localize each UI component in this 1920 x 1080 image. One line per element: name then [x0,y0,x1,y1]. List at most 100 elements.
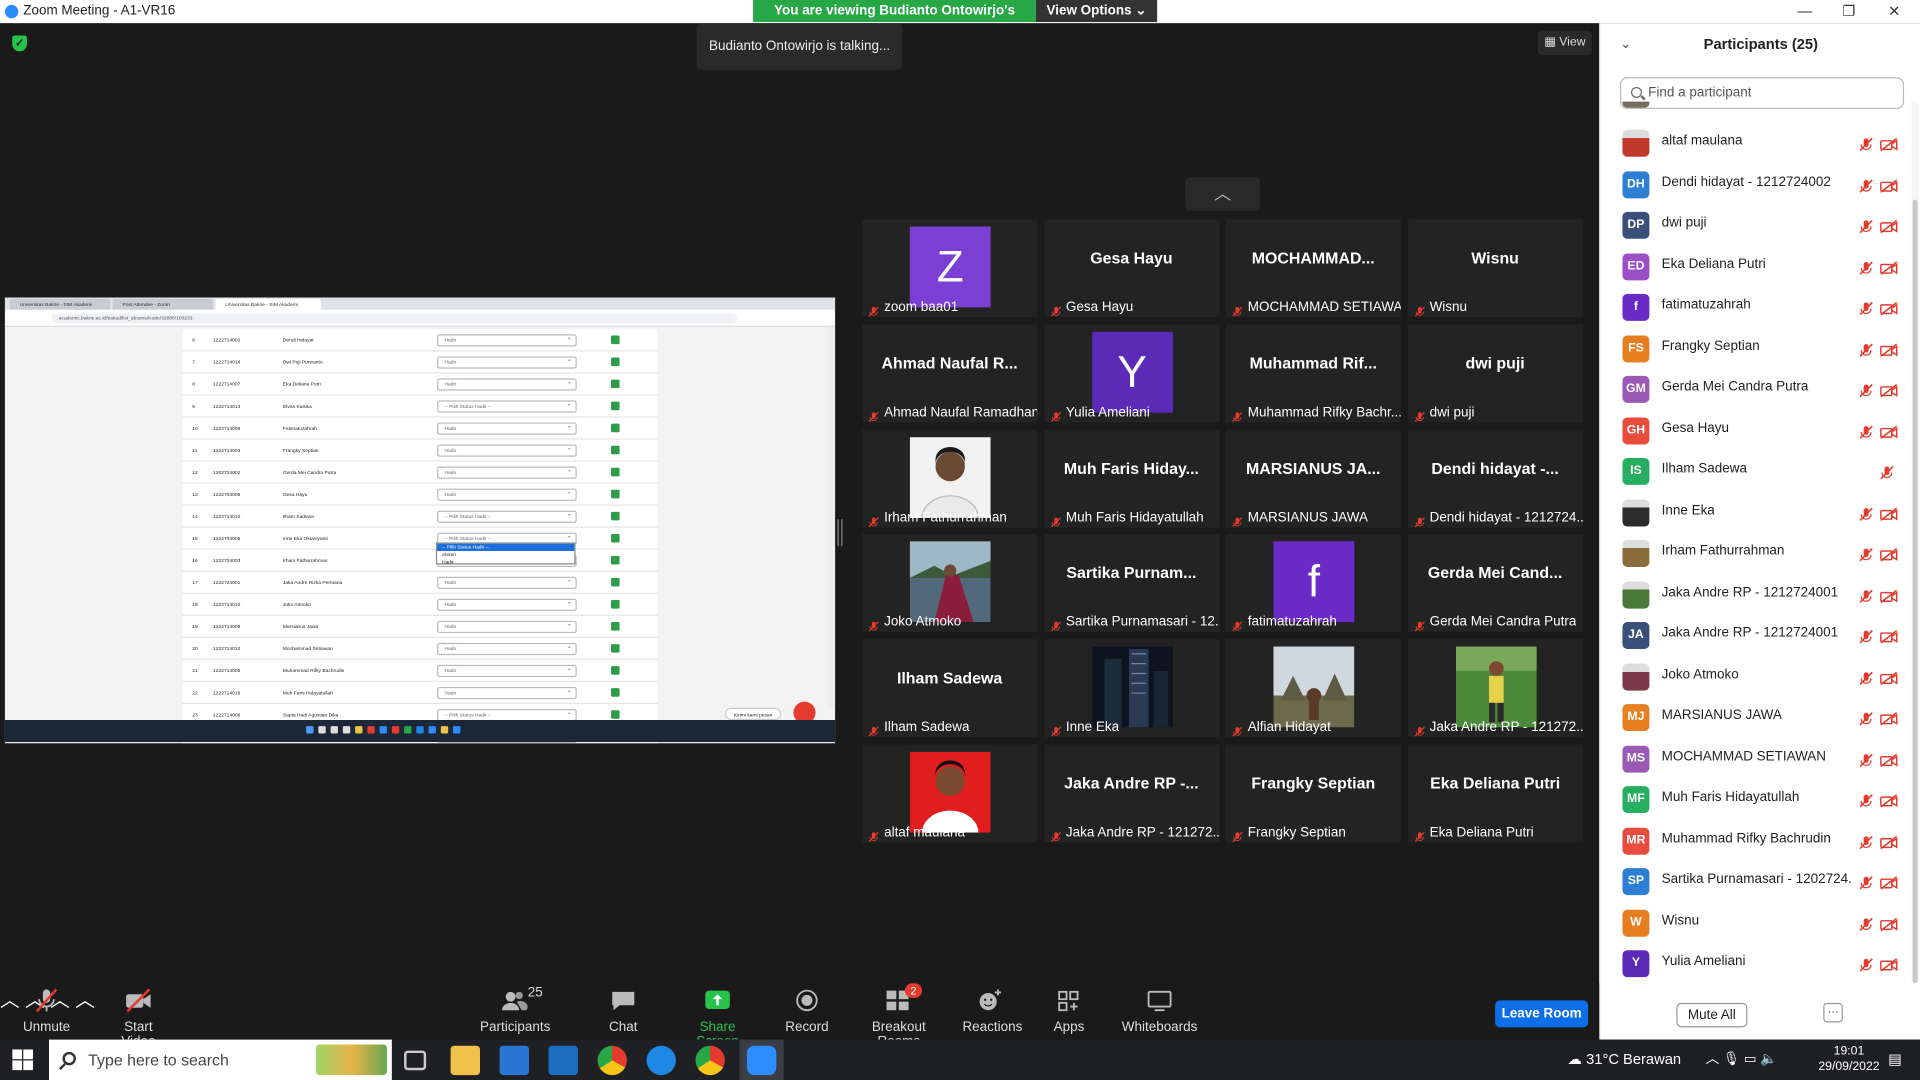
save-icon[interactable] [611,577,620,587]
status-select[interactable]: Hadir [437,465,577,479]
status-select[interactable]: Hadir [437,642,577,656]
video-tile[interactable]: f fatimatuzahrah [1225,534,1401,633]
participant-row[interactable]: JA Jaka Andre RP - 1212724001 [1600,616,1911,656]
participant-row[interactable]: MR Muhammad Rifky Bachrudin [1600,821,1911,861]
taskbar-search-input[interactable]: Type here to search [48,1039,392,1080]
browser-tab[interactable]: Post Attendee - Zoom [112,298,214,310]
video-tile[interactable]: Dendi hidayat -... Dendi hidayat - 121272… [1407,429,1583,528]
save-icon[interactable] [611,688,620,697]
video-tile[interactable]: Wisnu Wisnu [1407,219,1583,318]
browser-tab[interactable]: Universitas Bakrie - SIM Akademi [9,298,111,310]
dropdown-option[interactable]: Absen [437,551,574,558]
muted-mic-icon[interactable] [1859,874,1874,890]
video-tile[interactable]: Muhammad Rif... Muhammad Rifky Bachr... [1225,324,1401,423]
task-view-icon[interactable] [404,1050,427,1071]
taskbar-clock[interactable]: 19:01 29/09/2022 [1812,1043,1885,1075]
more-options-button[interactable]: ··· [1823,1002,1843,1023]
muted-mic-icon[interactable] [1859,177,1874,193]
muted-mic-icon[interactable] [1859,669,1874,685]
video-tile[interactable]: Eka Deliana Putri Eka Deliana Putri [1407,744,1583,843]
video-tile[interactable]: Jaka Andre RP -... Jaka Andre RP - 121272… [1043,744,1219,843]
muted-mic-icon[interactable] [1859,300,1874,316]
apps-button[interactable]: Apps [1051,988,1088,1039]
participant-row[interactable]: DP dwi puji [1600,206,1911,246]
video-tile[interactable]: Zzoom baa01 [862,219,1038,318]
leave-room-button[interactable]: Leave Room [1495,1000,1589,1028]
status-select[interactable]: Hadir [437,664,577,678]
muted-mic-icon[interactable] [1859,505,1874,521]
browser-tab[interactable]: Universitas Bakrie - SIM Akademi [215,298,321,310]
mail-icon[interactable] [548,1045,578,1076]
muted-mic-icon[interactable] [1859,915,1874,931]
close-button[interactable]: ✕ [1877,1,1911,21]
participant-row[interactable]: Irham Fathurrahman [1600,534,1911,574]
save-icon[interactable] [611,600,620,609]
muted-mic-icon[interactable] [1859,710,1874,726]
video-tile[interactable]: Alfian Hidayat [1225,639,1401,738]
participant-row[interactable]: MS MOCHAMMAD SETIAWAN [1600,739,1911,779]
browser-scrollbar[interactable] [827,326,836,709]
video-tile[interactable]: Gesa Hayu Gesa Hayu [1043,219,1219,318]
mute-all-button[interactable]: Mute All [1676,1002,1748,1028]
participant-row[interactable]: GH Gesa Hayu [1600,411,1911,451]
audio-options-caret[interactable]: ︿ [0,991,20,1012]
video-tile[interactable]: MARSIANUS JA... MARSIANUS JAWA [1225,429,1401,528]
restore-button[interactable]: ❐ [1832,1,1866,21]
muted-mic-icon[interactable] [1859,751,1874,767]
save-icon[interactable] [611,555,620,565]
zoom-taskbar-app[interactable] [739,1039,784,1080]
status-select[interactable]: Hadir [437,576,577,589]
save-icon[interactable] [611,335,620,345]
save-icon[interactable] [611,489,620,499]
status-select[interactable]: Hadir [437,686,577,700]
status-select[interactable]: Hadir [437,333,577,347]
dropdown-option[interactable]: Hadir [437,558,574,565]
status-select[interactable]: Hadir [437,377,577,391]
participants-button[interactable]: 25 Participants [480,986,550,1039]
muted-mic-icon[interactable] [1859,423,1874,439]
chat-prompt[interactable]: Kirimi kami pesan [724,707,782,721]
participant-scrollbar[interactable] [1911,101,1919,984]
muted-mic-icon[interactable] [1880,464,1895,480]
share-screen-button[interactable]: Share Screen [678,988,756,1049]
save-icon[interactable] [611,644,620,653]
browser-url[interactable]: academic.bakrie.ac.id/bakad/list_absensi… [51,313,738,324]
save-icon[interactable] [611,666,620,675]
save-icon[interactable] [611,467,620,477]
collapse-gallery-button[interactable]: ︿ [1185,177,1261,211]
file-explorer-icon[interactable] [450,1045,481,1076]
whiteboards-button[interactable]: Whiteboards [1122,988,1198,1039]
status-select[interactable]: Hadir [437,421,577,435]
video-tile[interactable]: Irham Fathurrahman [862,429,1038,528]
tray-icons[interactable]: ︿ 🎙 ▭ 🔈 [1706,1040,1777,1080]
video-tile[interactable]: Y Yulia Ameliani [1043,324,1219,423]
chat-button[interactable]: Chat [605,988,642,1039]
video-tile[interactable]: Muh Faris Hiday... Muh Faris Hidayatullah [1043,429,1219,528]
muted-mic-icon[interactable] [1859,341,1874,357]
video-tile[interactable]: Sartika Purnam... Sartika Purnamasari - 1… [1043,534,1219,633]
participant-row[interactable]: Joko Atmoko [1600,657,1911,697]
video-tile[interactable]: dwi puji dwi puji [1407,324,1583,423]
save-icon[interactable] [611,445,620,455]
participant-row[interactable]: SP Sartika Purnamasari - 1202724... [1600,862,1911,902]
muted-mic-icon[interactable] [1859,833,1874,849]
save-icon[interactable] [611,401,620,411]
save-icon[interactable] [611,357,620,367]
status-select[interactable]: Hadir [437,598,577,612]
video-tile[interactable]: MOCHAMMAD... MOCHAMMAD SETIAWA... [1225,219,1401,318]
participant-row[interactable]: W Wisnu [1600,903,1911,943]
unmute-button[interactable]: Unmute [22,988,71,1039]
participant-row[interactable]: IS Ilham Sadewa [1600,452,1911,492]
participant-row[interactable]: Jaka Andre RP - 1212724001 [1600,575,1911,615]
windows-start-icon[interactable] [12,1049,34,1071]
muted-mic-icon[interactable] [1859,546,1874,562]
muted-mic-icon[interactable] [1859,956,1874,972]
muted-mic-icon[interactable] [1859,382,1874,398]
save-icon[interactable] [611,423,620,433]
muted-mic-icon[interactable] [1859,136,1874,152]
participant-row[interactable]: f fatimatuzahrah [1600,288,1911,328]
participant-row[interactable]: Inne Eka [1600,493,1911,533]
list-item[interactable] [1600,101,1911,115]
participant-row[interactable]: altaf maulana [1600,124,1911,164]
save-icon[interactable] [611,379,620,389]
